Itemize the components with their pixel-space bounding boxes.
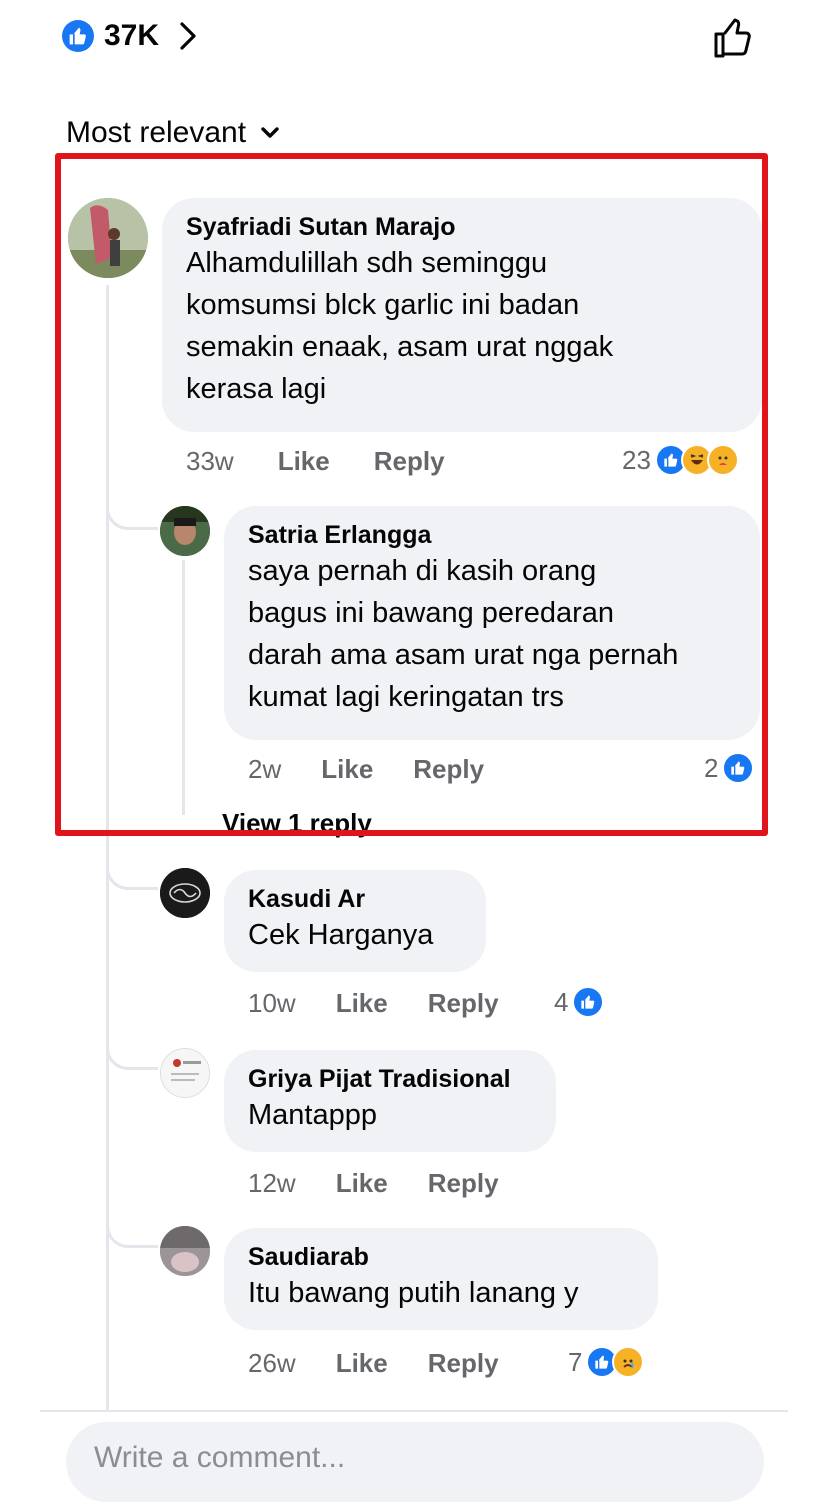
like-button[interactable]: Like [336,988,388,1019]
comment-text: Cek Harganya [248,919,434,951]
comment-text: semakin enaak, asam urat nggak [186,331,614,363]
comment-text: bagus ini bawang peredaran [248,597,614,629]
reaction-count: 37K [104,19,160,52]
comment-bubble[interactable]: Syafriadi Sutan Marajo Alhamdulillah sdh… [162,198,762,432]
like-button[interactable]: Like [336,1348,388,1379]
like-reaction-icon [62,20,94,52]
avatar[interactable] [160,868,210,918]
avatar[interactable] [160,1226,210,1276]
comment-time[interactable]: 2w [248,754,281,785]
view-replies-link[interactable]: View 1 reply [222,808,372,839]
comment-author[interactable]: Syafriadi Sutan Marajo [186,212,762,242]
comment-actions: 33w Like Reply [186,446,445,477]
comment-actions: 12w Like Reply [248,1168,499,1199]
reply-button[interactable]: Reply [428,988,499,1019]
comment-reactions[interactable]: 4 [554,986,605,1018]
comment-text: Itu bawang putih lanang y [248,1277,579,1309]
reply-button[interactable]: Reply [374,446,445,477]
comment-time[interactable]: 10w [248,988,296,1019]
comment-time[interactable]: 12w [248,1168,296,1199]
reaction-count: 7 [568,1346,583,1377]
avatar[interactable] [160,506,210,556]
sort-dropdown[interactable]: Most relevant [66,116,282,150]
comment-text: saya pernah di kasih orang [248,555,597,587]
reply-button[interactable]: Reply [428,1348,499,1379]
chevron-down-icon [260,122,282,144]
comment-author[interactable]: Griya Pijat Tradisional [248,1064,556,1094]
reaction-count: 23 [622,444,651,475]
comment-text: kerasa lagi [186,373,327,405]
comment-author[interactable]: Satria Erlangga [248,520,760,550]
like-reaction-icon [722,752,755,784]
comment-bubble[interactable]: Kasudi Ar Cek Harganya [224,870,486,972]
comment-input[interactable] [92,1440,736,1476]
comment-text: kumat lagi keringatan trs [248,681,564,713]
like-button[interactable]: Like [336,1168,388,1199]
reaction-count: 4 [554,986,569,1017]
comment-bubble[interactable]: Satria Erlangga saya pernah di kasih ora… [224,506,760,740]
like-reaction-icon [572,986,605,1018]
comment-text: Mantappp [248,1099,377,1131]
sad-reaction-icon [612,1346,645,1378]
comment-text: komsumsi blck garlic ini badan [186,289,580,321]
thread-line-nested [182,560,185,815]
thread-connector [106,840,158,890]
comment-reactions[interactable]: 7 [568,1346,645,1378]
like-button[interactable]: Like [278,446,330,477]
sort-label: Most relevant [66,116,247,149]
comment-time[interactable]: 26w [248,1348,296,1379]
comment-time[interactable]: 33w [186,446,234,477]
comment-reactions[interactable]: 2 [704,752,755,784]
like-post-icon[interactable] [710,14,758,62]
composer-divider [40,1410,788,1412]
reactions-summary[interactable]: 37K [62,14,207,58]
comment-actions: 10w Like Reply [248,988,499,1019]
comment-reactions[interactable]: 23 [622,444,739,476]
comment-actions: 26w Like Reply [248,1348,499,1379]
comment-bubble[interactable]: Saudiarab Itu bawang putih lanang y [224,1228,658,1330]
comment-actions: 2w Like Reply [248,754,484,785]
reaction-count: 2 [704,752,719,783]
thread-connector [106,480,158,530]
avatar[interactable] [68,198,148,278]
reply-button[interactable]: Reply [428,1168,499,1199]
care-reaction-icon [706,444,739,476]
comment-bubble[interactable]: Griya Pijat Tradisional Mantappp [224,1050,556,1152]
like-button[interactable]: Like [321,754,373,785]
comment-composer[interactable] [66,1422,764,1502]
comment-text: darah ama asam urat nga pernah [248,639,679,671]
avatar[interactable] [160,1048,210,1098]
chevron-right-icon[interactable] [177,21,207,51]
thread-connector [106,1198,158,1248]
thread-connector [106,1020,158,1070]
reply-button[interactable]: Reply [413,754,484,785]
comment-text: Alhamdulillah sdh seminggu [186,247,548,279]
comment-author[interactable]: Saudiarab [248,1242,658,1272]
comment-author[interactable]: Kasudi Ar [248,884,486,914]
